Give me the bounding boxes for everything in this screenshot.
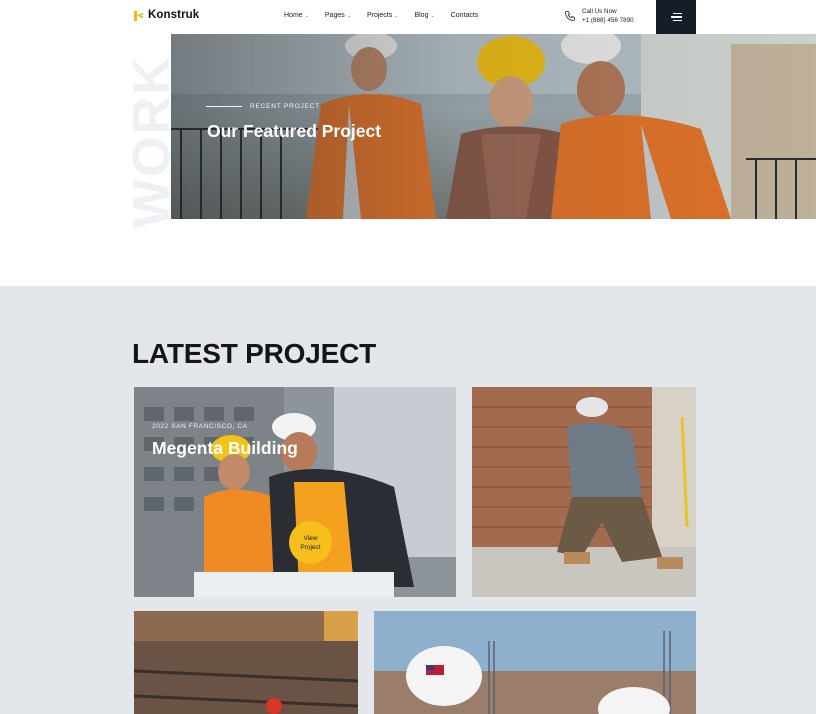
- main-nav: Home ⌄ Pages ⌄ Projects ⌄ Blog ⌄ Contact…: [284, 12, 494, 19]
- project-card[interactable]: [374, 611, 696, 714]
- project-card-megenta[interactable]: [134, 387, 456, 597]
- project-card[interactable]: [134, 611, 358, 714]
- hero-eyebrow: RECENT PROJECT: [206, 103, 320, 110]
- project-photo: [374, 611, 696, 714]
- project-photo: [472, 387, 696, 597]
- view-project-button[interactable]: View Project: [289, 521, 332, 564]
- section-title: LATEST PROJECT: [132, 338, 377, 369]
- logo-mark-icon: [134, 10, 143, 21]
- project-card[interactable]: [472, 387, 696, 597]
- phone-number: +1 (888) 456 7890: [582, 17, 634, 24]
- logo-text: Konstruk: [148, 9, 200, 21]
- hero-title: Our Featured Project: [207, 121, 382, 141]
- project-photo: [134, 387, 456, 597]
- menu-button[interactable]: [656, 0, 696, 34]
- site-header: Konstruk Home ⌄ Pages ⌄ Projects ⌄ Blog …: [0, 0, 816, 34]
- nav-item-home[interactable]: Home ⌄: [284, 12, 309, 19]
- hamburger-icon-line: [672, 19, 682, 21]
- nav-item-label: Projects: [366, 12, 393, 19]
- call-label: Call Us Now: [582, 8, 617, 15]
- nav-item-pages[interactable]: Pages ⌄: [325, 12, 351, 19]
- eyebrow-line: [206, 106, 242, 107]
- nav-item-label: Home: [284, 12, 303, 19]
- call-us-link[interactable]: Call Us Now +1 (888) 456 7890: [564, 7, 634, 25]
- nav-item-label: Blog: [414, 12, 429, 19]
- logo[interactable]: Konstruk: [134, 9, 199, 21]
- hero-eyebrow-text: RECENT PROJECT: [250, 103, 320, 110]
- project-meta: 2022 SAN FRANCISCO, CA: [152, 423, 248, 430]
- chevron-down-icon: ⌄: [304, 12, 309, 19]
- nav-item-label: Pages: [324, 12, 345, 19]
- nav-item-blog[interactable]: Blog ⌄: [414, 12, 434, 19]
- hamburger-icon-line: [670, 16, 682, 18]
- nav-item-projects[interactable]: Projects ⌄: [367, 12, 399, 19]
- phone-icon: [565, 11, 575, 21]
- nav-item-contacts[interactable]: Contacts: [451, 12, 479, 19]
- hamburger-icon: [672, 13, 682, 15]
- call-text: Call Us Now +1 (888) 456 7890: [582, 7, 634, 25]
- chevron-down-icon: ⌄: [346, 12, 351, 19]
- project-photo: [134, 611, 358, 714]
- work-watermark: WORK: [123, 55, 181, 228]
- chevron-down-icon: ⌄: [430, 12, 435, 19]
- project-title[interactable]: Megenta Building: [152, 438, 298, 459]
- chevron-down-icon: ⌄: [394, 12, 399, 19]
- nav-item-label: Contacts: [450, 12, 479, 19]
